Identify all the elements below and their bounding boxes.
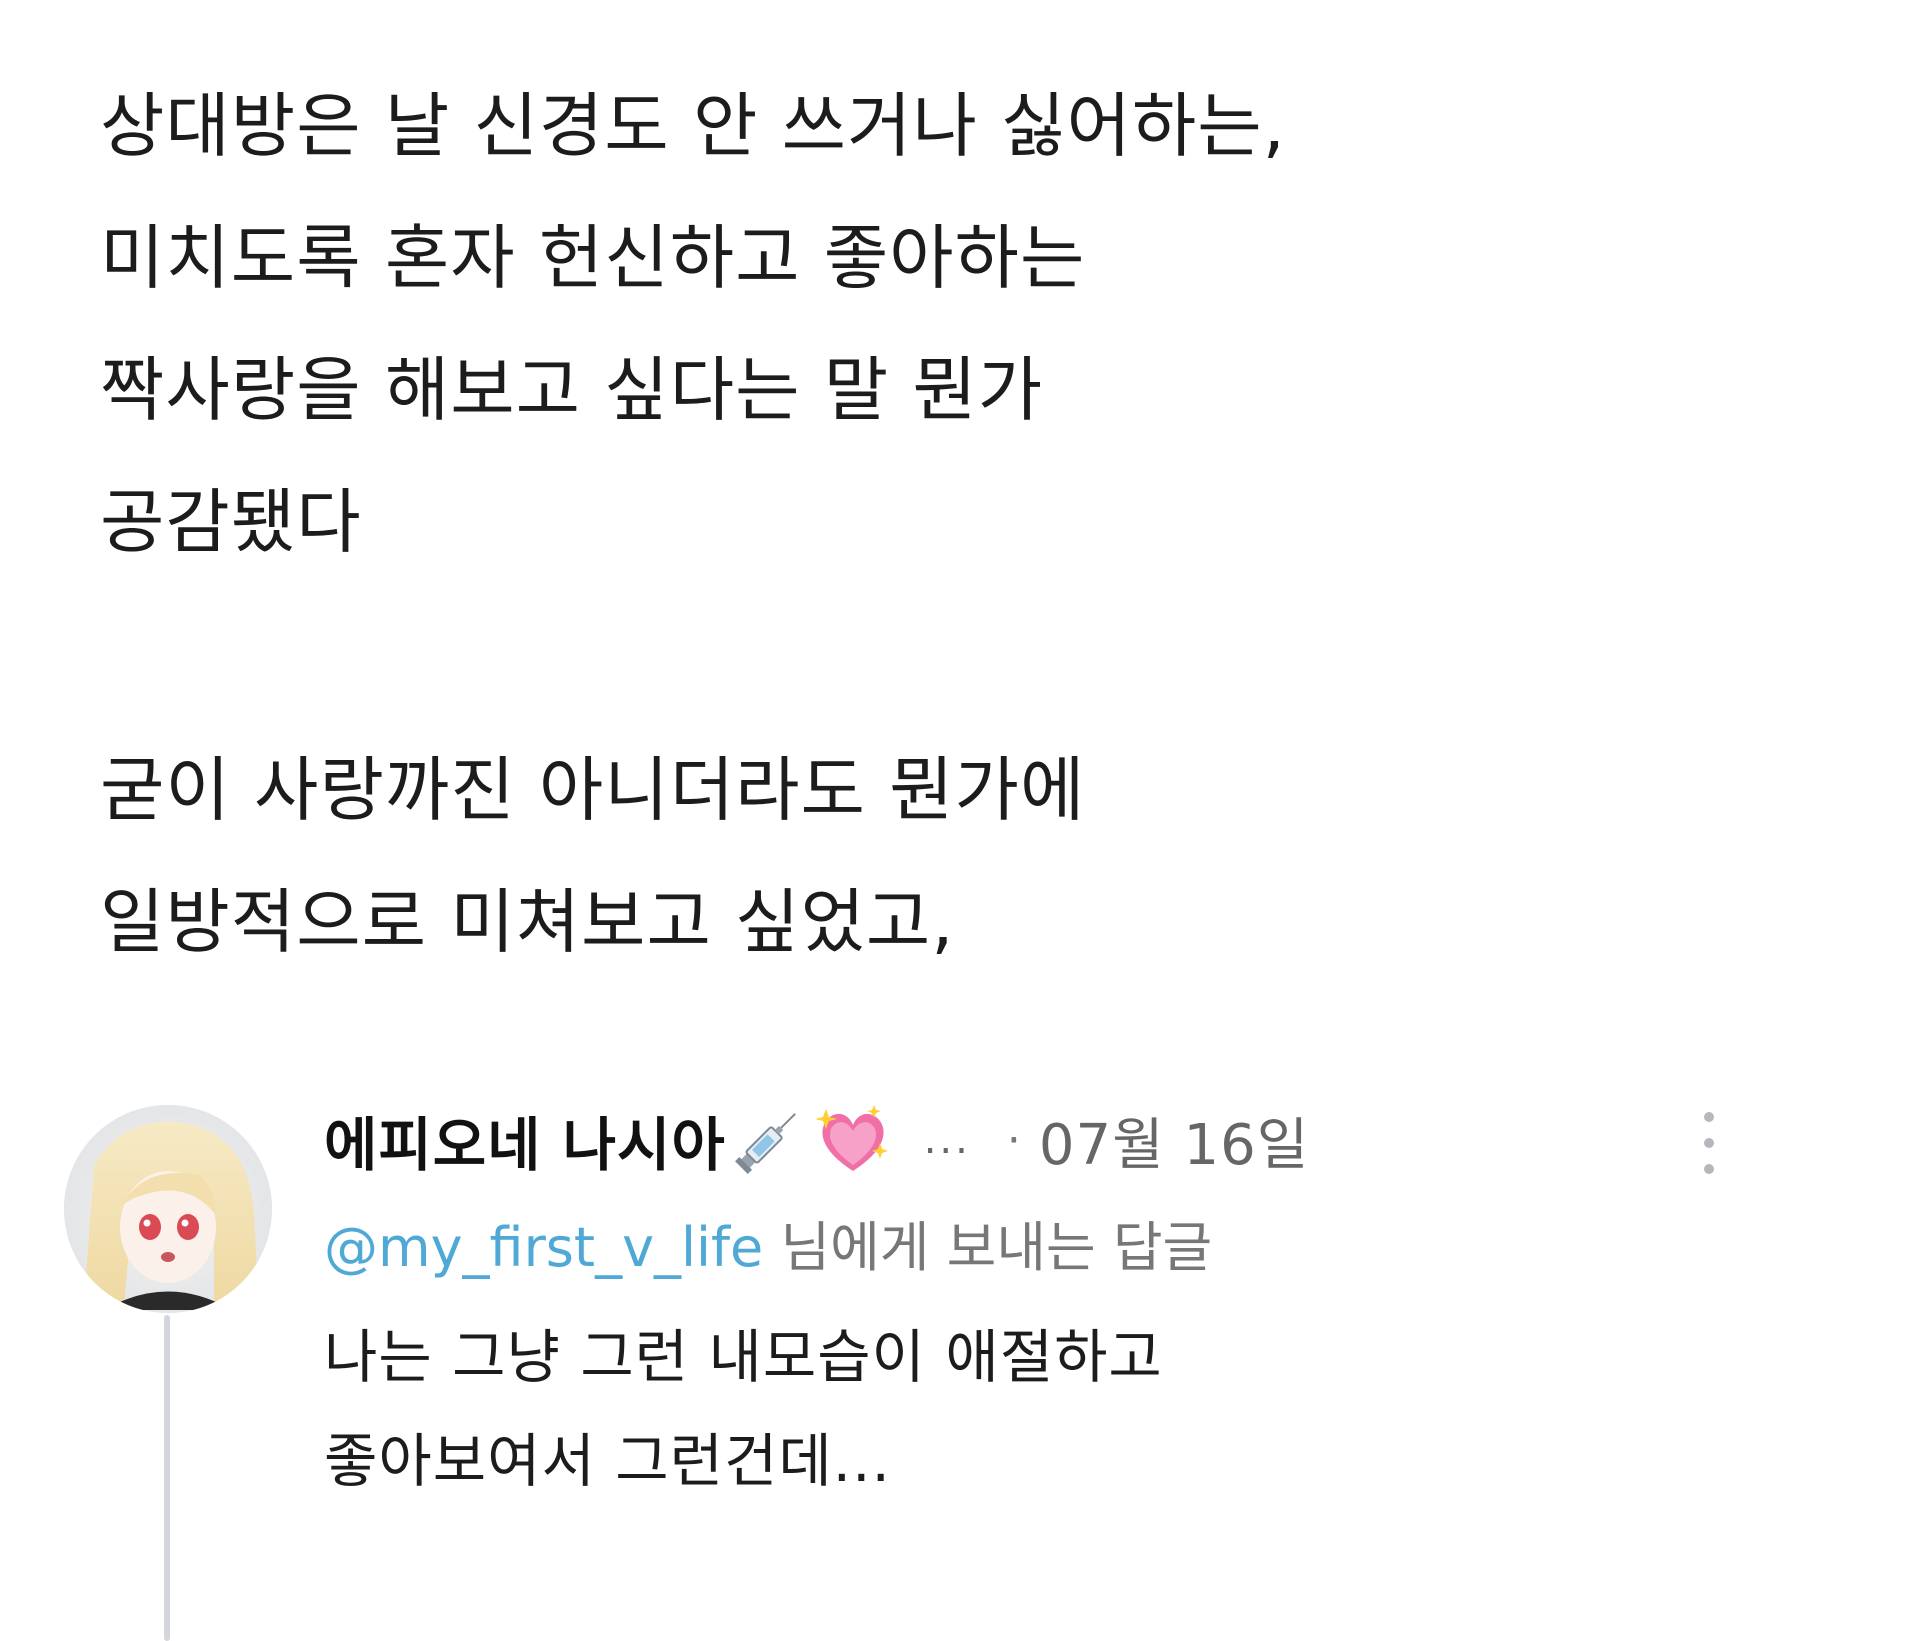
syringe-icon (734, 1113, 796, 1174)
post-paragraph: 굳이 사랑까진 아니더라도 뭔가에 일방적으로 미쳐보고 싶었고, (100, 724, 1780, 988)
reply-date[interactable]: 07월 16일 (1039, 1100, 1309, 1181)
thread-connector-line (164, 1315, 170, 1641)
more-options-icon[interactable] (1694, 1103, 1724, 1183)
truncation-ellipsis: ... (923, 1117, 971, 1163)
reply-tweet[interactable]: 에피오네 나시아 ... · 07월 16일 @my_first_v_life … (64, 1085, 1714, 1641)
meta-separator: · (1006, 1114, 1021, 1166)
post-line: 공감됐다 (100, 481, 362, 563)
replying-to-line: @my_first_v_life 님에게 보내는 답글 (324, 1203, 1704, 1293)
post-line: 굳이 사랑까진 아니더라도 뭔가에 (100, 749, 1086, 831)
post-line: 짝사랑을 해보고 싶다는 말 뭔가 (100, 349, 1044, 431)
replying-to-suffix: 님에게 보내는 답글 (763, 1216, 1213, 1279)
post-paragraph: 상대방은 날 신경도 안 쓰거나 싫어하는, 미치도록 혼자 헌신하고 좋아하는… (100, 60, 1780, 588)
display-name[interactable]: 에피오네 나시아 (324, 1098, 726, 1182)
post-line: 미치도록 혼자 헌신하고 좋아하는 (100, 217, 1086, 299)
reply-line: 나는 그냥 그런 내모습이 애절하고 (324, 1323, 1163, 1391)
sparkling-heart-icon (814, 1105, 888, 1171)
avatar-image (64, 1105, 272, 1313)
post-body: 상대방은 날 신경도 안 쓰거나 싫어하는, 미치도록 혼자 헌신하고 좋아하는… (100, 60, 1780, 988)
post-line: 상대방은 날 신경도 안 쓰거나 싫어하는, (100, 85, 1286, 167)
reply-line: 좋아보여서 그런건데... (324, 1427, 891, 1495)
post-line: 일방적으로 미쳐보고 싶었고, (100, 881, 955, 963)
mention-link[interactable]: @my_first_v_life (324, 1216, 763, 1279)
reply-content: 에피오네 나시아 ... · 07월 16일 @my_first_v_life … (324, 1085, 1714, 1513)
reply-text: 나는 그냥 그런 내모습이 애절하고 좋아보여서 그런건데... (324, 1305, 1704, 1513)
reply-header: 에피오네 나시아 ... · 07월 16일 (324, 1085, 1704, 1195)
avatar[interactable] (64, 1105, 272, 1313)
